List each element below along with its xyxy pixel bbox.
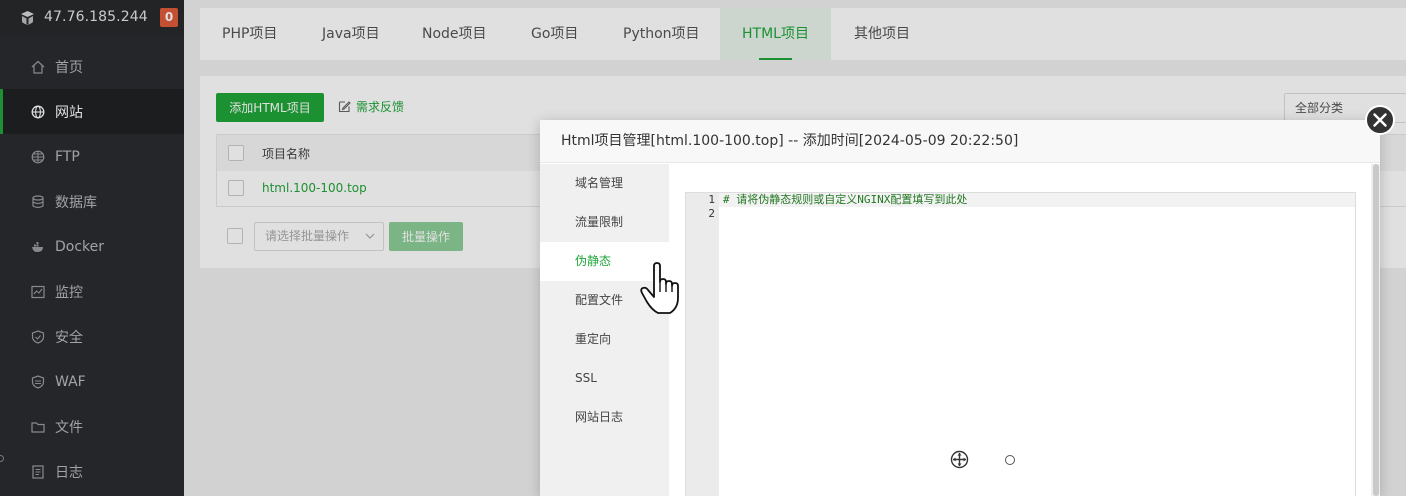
hand-pointer-icon bbox=[640, 262, 679, 314]
close-icon[interactable] bbox=[1364, 104, 1396, 136]
modal-title: Html项目管理[html.100-100.top] -- 添加时间[2024-… bbox=[540, 120, 1380, 163]
cursor-ring-icon bbox=[1005, 455, 1015, 465]
line-number: 2 bbox=[708, 207, 715, 220]
modal-content: 1 2 # 请将伪静态规则或自定义NGINX配置填写到此处 bbox=[669, 164, 1371, 496]
nav-site-logs[interactable]: 网站日志 bbox=[540, 398, 669, 437]
code-line: # 请将伪静态规则或自定义NGINX配置填写到此处 bbox=[723, 193, 968, 206]
modal-scrollbar[interactable] bbox=[1371, 164, 1380, 496]
editor-gutter: 1 2 bbox=[686, 193, 719, 496]
nav-domain-management[interactable]: 域名管理 bbox=[540, 164, 669, 203]
move-cursor-icon bbox=[950, 450, 969, 469]
modal-side-nav: 域名管理 流量限制 伪静态 配置文件 重定向 SSL 网站日志 bbox=[540, 164, 669, 496]
nav-redirect[interactable]: 重定向 bbox=[540, 320, 669, 359]
scrollbar-thumb[interactable] bbox=[1373, 164, 1379, 496]
nav-traffic-limit[interactable]: 流量限制 bbox=[540, 203, 669, 242]
app-root: 47.76.185.244 0 首页 网站 FTP 数据库 Docker 监控 bbox=[0, 0, 1406, 496]
line-number: 1 bbox=[708, 193, 715, 206]
nav-ssl[interactable]: SSL bbox=[540, 359, 669, 398]
rewrite-code-editor[interactable]: 1 2 # 请将伪静态规则或自定义NGINX配置填写到此处 bbox=[685, 192, 1356, 496]
